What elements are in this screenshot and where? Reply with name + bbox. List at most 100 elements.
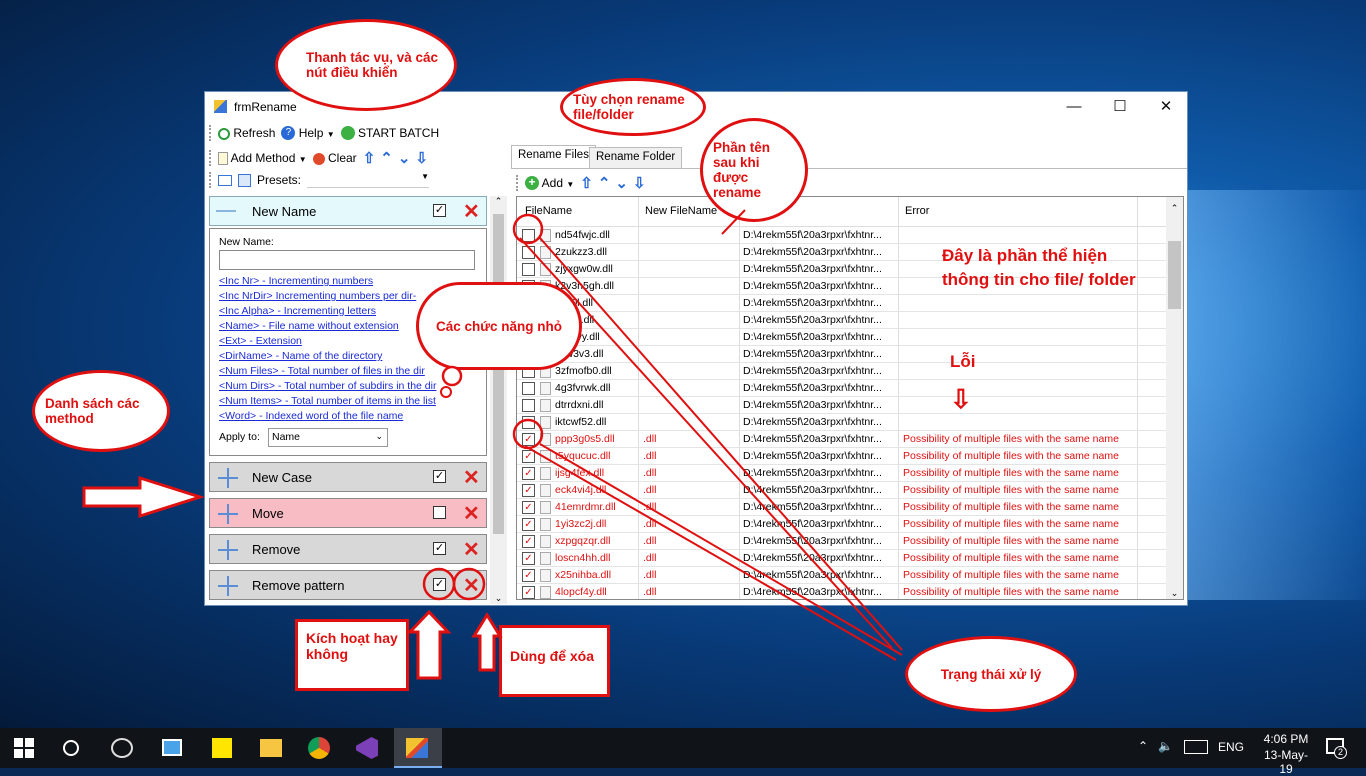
- method-delete-icon[interactable]: ✕: [463, 501, 480, 526]
- scroll-thumb[interactable]: [1168, 241, 1181, 309]
- row-checkbox[interactable]: [522, 382, 535, 395]
- tag-link[interactable]: <Num Files> - Total number of files in t…: [219, 364, 436, 379]
- row-checkbox[interactable]: [522, 246, 535, 259]
- method-delete-icon[interactable]: ✕: [463, 199, 480, 224]
- table-row[interactable]: ✓ ppp3g0s5.dll .dll D:\4rekm55f\20a3rpxr\fx…: [517, 431, 1167, 448]
- row-checkbox[interactable]: ✓: [522, 569, 535, 582]
- row-checkbox[interactable]: ✓: [522, 450, 535, 463]
- table-row[interactable]: ✓ eck4vi4j.dll .dll D:\4rekm55f\20a3rpxr\fx…: [517, 482, 1167, 499]
- collapse-icon[interactable]: [216, 210, 236, 212]
- help-button[interactable]: ? Help ▼: [281, 126, 335, 141]
- column-error[interactable]: Error: [905, 205, 929, 217]
- new-name-input[interactable]: [219, 250, 475, 270]
- tag-link[interactable]: <DirName> - Name of the directory: [219, 349, 436, 364]
- maximize-button[interactable]: ☐: [1097, 92, 1143, 121]
- expand-icon[interactable]: [218, 504, 238, 524]
- scroll-up-icon[interactable]: ⌃: [490, 196, 507, 210]
- add-method-button[interactable]: Add Method ▼: [218, 151, 307, 166]
- table-row[interactable]: dtrrdxni.dll D:\4rekm55f\20a3rpxr\fxhtnr.…: [517, 397, 1167, 414]
- row-checkbox[interactable]: ✓: [522, 433, 535, 446]
- file-explorer-icon[interactable]: [260, 739, 282, 757]
- scroll-down-icon[interactable]: ⌄: [1166, 588, 1183, 599]
- table-row[interactable]: ✓ 1yi3zc2j.dll .dll D:\4rekm55f\20a3rpxr\fx…: [517, 516, 1167, 533]
- tab-rename-folder[interactable]: Rename Folder: [589, 147, 683, 169]
- method-enable-checkbox[interactable]: ✓: [433, 470, 446, 483]
- start-icon[interactable]: [14, 738, 34, 758]
- chrome-icon[interactable]: [308, 737, 330, 759]
- method-remove-pattern[interactable]: Remove pattern ✓ ✕: [209, 570, 487, 600]
- table-row[interactable]: ✓ loscn4hh.dll .dll D:\4rekm55f\20a3rpxr\fx…: [517, 550, 1167, 567]
- start-batch-button[interactable]: START BATCH: [340, 126, 439, 141]
- column-filename[interactable]: FileName: [525, 205, 572, 217]
- add-files-button[interactable]: + Add ▼: [525, 176, 574, 191]
- table-row[interactable]: ✓ 4lopcf4y.dll .dll D:\4rekm55f\20a3rpxr\fx…: [517, 584, 1167, 599]
- tag-link[interactable]: <Num Dirs> - Total number of subdirs in …: [219, 379, 436, 394]
- volume-icon[interactable]: 🔈: [1158, 739, 1173, 753]
- tray-chevron-icon[interactable]: ⌃: [1138, 739, 1148, 753]
- search-icon[interactable]: [63, 740, 79, 756]
- minimize-button[interactable]: —: [1051, 92, 1097, 121]
- tag-link[interactable]: <Inc Alpha> - Incrementing letters: [219, 304, 436, 319]
- tag-link[interactable]: <Ext> - Extension: [219, 334, 436, 349]
- tag-link[interactable]: <Num Items> - Total number of items in t…: [219, 394, 436, 409]
- scroll-thumb[interactable]: [493, 214, 504, 534]
- row-checkbox[interactable]: ✓: [522, 518, 535, 531]
- keyboard-icon[interactable]: [1184, 740, 1208, 754]
- tab-rename-files[interactable]: Rename Files: [511, 145, 596, 169]
- tag-link[interactable]: <Name> - File name without extension: [219, 319, 436, 334]
- sticky-notes-icon[interactable]: [212, 738, 232, 758]
- save-preset-icon[interactable]: [238, 173, 251, 187]
- presets-dropdown[interactable]: ▼: [307, 172, 430, 188]
- row-checkbox[interactable]: [522, 399, 535, 412]
- table-row[interactable]: ef5vb.dllD:\4rekm55f\20a3rpxr\fxhtnr...: [517, 312, 1167, 329]
- row-checkbox[interactable]: ✓: [522, 467, 535, 480]
- move-buttons[interactable]: ⇧⌃⌄⇩: [363, 149, 433, 167]
- chevron-down-icon[interactable]: ▼: [566, 180, 574, 189]
- chevron-down-icon[interactable]: ▼: [327, 130, 335, 139]
- tag-link[interactable]: <Word> - Indexed word of the file name: [219, 409, 436, 424]
- chevron-down-icon[interactable]: ▼: [299, 155, 307, 164]
- methods-scrollbar[interactable]: ⌃ ⌄: [490, 196, 507, 604]
- row-checkbox[interactable]: ✓: [522, 501, 535, 514]
- method-new-case[interactable]: New Case ✓ ✕: [209, 462, 487, 492]
- row-checkbox[interactable]: ✓: [522, 552, 535, 565]
- expand-icon[interactable]: [218, 540, 238, 560]
- column-new-filename[interactable]: New FileName: [645, 205, 717, 217]
- row-checkbox[interactable]: ✓: [522, 586, 535, 599]
- scroll-down-icon[interactable]: ⌄: [490, 593, 507, 604]
- table-row[interactable]: nd54fwjc.dll D:\4rekm55f\20a3rpxr\fxhtnr.…: [517, 227, 1167, 244]
- method-enable-checkbox[interactable]: [433, 506, 446, 519]
- alarm-clock-icon[interactable]: [111, 738, 133, 758]
- method-move[interactable]: Move ✕: [209, 498, 487, 528]
- open-preset-icon[interactable]: [218, 174, 232, 186]
- close-button[interactable]: ✕: [1143, 92, 1189, 121]
- method-delete-icon[interactable]: ✕: [463, 537, 480, 562]
- table-row[interactable]: 4g3fvrwk.dll D:\4rekm55f\20a3rpxr\fxhtnr.…: [517, 380, 1167, 397]
- clear-button[interactable]: Clear: [312, 151, 357, 165]
- active-app-tab[interactable]: [394, 728, 442, 768]
- tag-link[interactable]: <Inc Nr> - Incrementing numbers: [219, 274, 436, 289]
- row-checkbox[interactable]: ✓: [522, 484, 535, 497]
- table-row[interactable]: ✓ 41emrdmr.dll .dll D:\4rekm55f\20a3rpxr\fx…: [517, 499, 1167, 516]
- method-delete-icon[interactable]: ✕: [463, 465, 480, 490]
- table-row[interactable]: zwf3vy.dllD:\4rekm55f\20a3rpxr\fxhtnr...: [517, 329, 1167, 346]
- table-row[interactable]: ✓ x25nihba.dll .dll D:\4rekm55f\20a3rpxr\fx…: [517, 567, 1167, 584]
- apply-to-select[interactable]: Name ⌄: [268, 428, 388, 447]
- clock[interactable]: 4:06 PM 13-May-19: [1259, 732, 1313, 776]
- table-row[interactable]: iktcwf52.dll D:\4rekm55f\20a3rpxr\fxhtnr.…: [517, 414, 1167, 431]
- table-row[interactable]: ✓ t5yqucuc.dll .dll D:\4rekm55f\20a3rpxr\fx…: [517, 448, 1167, 465]
- method-delete-icon[interactable]: ✕: [463, 573, 480, 598]
- window-app-icon[interactable]: [162, 739, 182, 756]
- grid-scrollbar[interactable]: ⌃ ⌄: [1166, 197, 1183, 599]
- move-row-buttons[interactable]: ⇧⌃⌄⇩: [580, 174, 650, 192]
- table-row[interactable]: 3zfmofb0.dll D:\4rekm55f\20a3rpxr\fxhtnr.…: [517, 363, 1167, 380]
- method-remove[interactable]: Remove ✓ ✕: [209, 534, 487, 564]
- table-row[interactable]: ✓ xzpgqzqr.dll .dll D:\4rekm55f\20a3rpxr\fx…: [517, 533, 1167, 550]
- table-row[interactable]: kjfp0l.dllD:\4rekm55f\20a3rpxr\fxhtnr...: [517, 295, 1167, 312]
- row-checkbox[interactable]: ✓: [522, 535, 535, 548]
- expand-icon[interactable]: [218, 468, 238, 488]
- method-new-name[interactable]: New Name ✓ ✕: [209, 196, 487, 226]
- refresh-button[interactable]: Refresh: [218, 126, 275, 140]
- table-row[interactable]: xxw3v3.dll D:\4rekm55f\20a3rpxr\fxhtnr...: [517, 346, 1167, 363]
- table-row[interactable]: ✓ ijsg4fex.dll .dll D:\4rekm55f\20a3rpxr\fx…: [517, 465, 1167, 482]
